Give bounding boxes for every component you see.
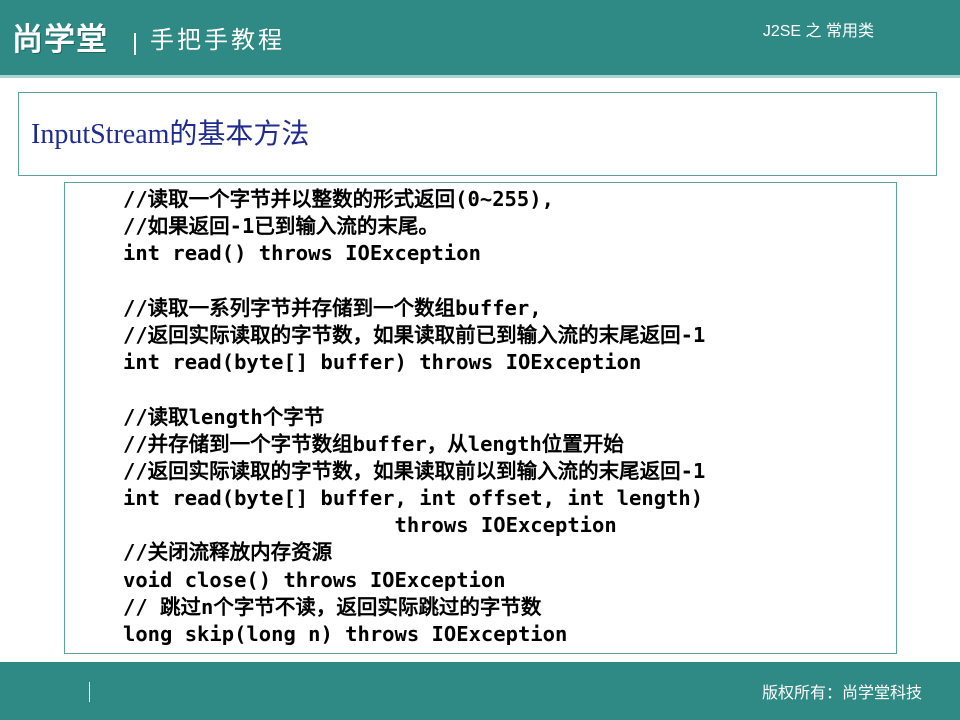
code-line: //关闭流释放内存资源 [123,540,333,565]
section-label: J2SE 之 常用类 [762,23,874,40]
code-line: int read(byte[] buffer, int offset, int … [123,486,704,511]
brand-logo: 尚学堂 [12,22,108,58]
header-divider [134,33,136,55]
code-line: //返回实际读取的字节数，如果读取前已到输入流的末尾返回-1 [123,322,706,347]
footer-divider [89,682,90,702]
code-line: int read(byte[] buffer) throws IOExcepti… [123,350,642,375]
code-line: //如果返回-1已到输入流的末尾。 [123,214,439,239]
title-box: InputStream的基本方法 [18,92,937,176]
code-box: //读取一个字节并以整数的形式返回(0~255), //如果返回-1已到输入流的… [64,182,897,654]
code-line: //读取一系列字节并存储到一个数组buffer, [123,295,542,320]
code-line: throws IOException [123,513,617,538]
code-line: //返回实际读取的字节数，如果读取前以到输入流的末尾返回-1 [123,458,706,483]
code-line: //读取一个字节并以整数的形式返回(0~255), [123,187,554,211]
code-line: void close() throws IOException [123,567,506,592]
footer-bar: 版权所有：尚学堂科技 [0,662,960,720]
header-bar: 尚学堂 手把手教程 J2SE 之 常用类 [0,0,960,78]
code-line: // 跳过n个字节不读，返回实际跳过的字节数 [123,594,542,619]
copyright-text: 版权所有：尚学堂科技 [761,683,922,702]
header-tagline: 手把手教程 [150,26,285,54]
code-line: int read() throws IOException [123,241,481,266]
code-line: //并存储到一个字节数组buffer，从length位置开始 [123,431,624,456]
code-line: long skip(long n) throws IOException [123,622,568,646]
slide-title: InputStream的基本方法 [31,119,310,150]
code-listing: //读取一个字节并以整数的形式返回(0~255), //如果返回-1已到输入流的… [123,186,705,648]
code-line: //读取length个字节 [123,404,325,429]
